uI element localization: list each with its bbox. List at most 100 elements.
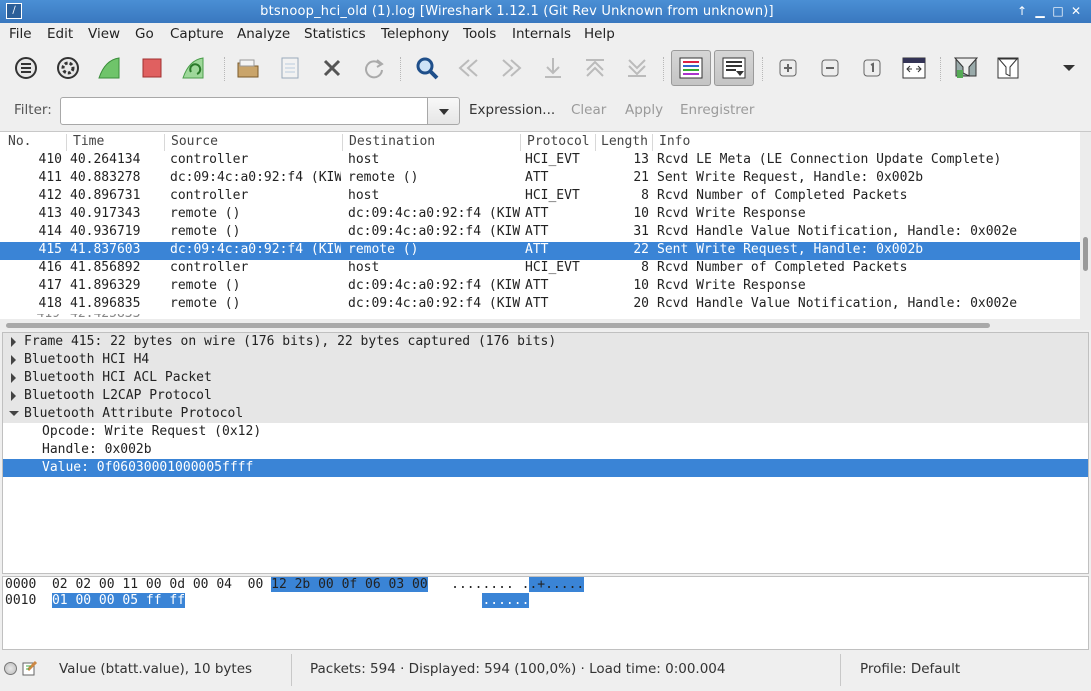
detail-tree-row[interactable]: Value: 0f06030001000005ffff <box>3 459 1088 477</box>
packet-cell-dst: remote () <box>348 170 419 185</box>
menu-view[interactable]: View <box>88 26 120 42</box>
zoom-out-icon[interactable] <box>817 55 843 81</box>
packet-cell-info: Rcvd Number of Completed Packets <box>657 260 908 275</box>
detail-tree-row[interactable]: Handle: 0x002b <box>3 441 1088 459</box>
detail-tree-row[interactable]: Opcode: Write Request (0x12) <box>3 423 1088 441</box>
packet-row[interactable]: 413 40.917343 remote () dc:09:4c:a0:92:f4 (… <box>0 206 1080 224</box>
detail-tree-row[interactable]: Frame 415: 22 bytes on wire (176 bits), … <box>3 333 1088 351</box>
menu-internals[interactable]: Internals <box>512 26 571 42</box>
menu-file[interactable]: File <box>9 26 32 42</box>
hex-line[interactable]: 0010 01 00 00 05 ff ff ...... <box>5 593 530 609</box>
packet-cell-no: 418 <box>38 296 62 311</box>
column-length[interactable]: Length <box>601 134 648 149</box>
packet-row[interactable]: 417 41.896329 remote () dc:09:4c:a0:92:f4 (… <box>0 278 1080 296</box>
menu-go[interactable]: Go <box>135 26 154 42</box>
keep-above-icon[interactable]: ↑ <box>1014 2 1030 20</box>
more-icon[interactable] <box>1056 55 1082 81</box>
packet-cell-len: 10 <box>633 278 649 293</box>
collapsed-arrow-icon[interactable] <box>11 373 16 383</box>
go-back-icon[interactable] <box>456 55 482 81</box>
hex-line[interactable]: 0000 02 02 00 11 00 0d 00 04 00 12 2b 00… <box>5 577 585 593</box>
detail-tree-label: Bluetooth L2CAP Protocol <box>24 388 212 403</box>
stop-capture-icon[interactable] <box>139 55 165 81</box>
go-forward-icon[interactable] <box>498 55 524 81</box>
column-protocol[interactable]: Protocol <box>527 134 590 149</box>
packet-row[interactable]: 418 41.896835 remote () dc:09:4c:a0:92:f4 (… <box>0 296 1080 314</box>
zoom-in-icon[interactable] <box>775 55 801 81</box>
menu-telephony[interactable]: Telephony <box>381 26 449 42</box>
expert-info-icon[interactable] <box>4 662 17 675</box>
minimize-icon[interactable]: ▁ <box>1032 2 1048 20</box>
menu-analyze[interactable]: Analyze <box>237 26 290 42</box>
reload-icon[interactable] <box>361 55 387 81</box>
close-file-icon[interactable] <box>319 55 345 81</box>
packet-cell-dst: host <box>348 188 380 203</box>
filter-input[interactable] <box>60 97 428 125</box>
column-source[interactable]: Source <box>171 134 218 149</box>
resize-columns-icon[interactable] <box>901 55 927 81</box>
packet-cell-len: 8 <box>641 188 649 203</box>
menu-tools[interactable]: Tools <box>463 26 496 42</box>
last-packet-icon[interactable] <box>624 55 650 81</box>
packet-row[interactable]: 414 40.936719 remote () dc:09:4c:a0:92:f4 (… <box>0 224 1080 242</box>
menu-help[interactable]: Help <box>584 26 615 42</box>
column-destination[interactable]: Destination <box>349 134 435 149</box>
close-window-icon[interactable]: ✕ <box>1068 2 1084 20</box>
detail-tree-row[interactable]: Bluetooth HCI ACL Packet <box>3 369 1088 387</box>
packet-row[interactable]: 411 40.883278 dc:09:4c:a0:92:f4 (KIW remote… <box>0 170 1080 188</box>
packet-details-tree: Frame 415: 22 bytes on wire (176 bits), … <box>2 332 1089 574</box>
start-capture-icon[interactable] <box>97 55 123 81</box>
detail-tree-row[interactable]: Bluetooth L2CAP Protocol <box>3 387 1088 405</box>
packet-cell-time: 40.917343 <box>70 206 141 221</box>
packet-cell-len: 31 <box>633 224 649 239</box>
detail-tree-label: Handle: 0x002b <box>42 442 152 457</box>
find-icon[interactable] <box>414 55 440 81</box>
expanded-arrow-icon[interactable] <box>9 411 19 416</box>
profile-selector[interactable]: Profile: Default <box>860 661 960 677</box>
packet-row[interactable]: 416 41.856892 controller host HCI_EVT 8 Rcvd N… <box>0 260 1080 278</box>
column-time[interactable]: Time <box>73 134 104 149</box>
packet-cell-no: 416 <box>38 260 62 275</box>
menu-statistics[interactable]: Statistics <box>304 26 366 42</box>
capture-comment-icon[interactable] <box>22 660 38 676</box>
apply-button[interactable]: Apply <box>625 102 663 118</box>
display-filters-icon[interactable] <box>995 55 1021 81</box>
packet-cell-proto: ATT <box>525 278 549 293</box>
detail-tree-label: Frame 415: 22 bytes on wire (176 bits), … <box>24 334 557 349</box>
packet-cell-info: Rcvd Handle Value Notification, Handle: … <box>657 224 1018 239</box>
options-icon[interactable] <box>55 55 81 81</box>
capture-filters-icon[interactable] <box>953 55 979 81</box>
column-info[interactable]: Info <box>659 134 690 149</box>
collapsed-arrow-icon[interactable] <box>11 391 16 401</box>
packet-row[interactable]: 412 40.896731 controller host HCI_EVT 8 Rcvd N… <box>0 188 1080 206</box>
clear-button[interactable]: Clear <box>571 102 606 118</box>
collapsed-arrow-icon[interactable] <box>11 337 16 347</box>
collapsed-arrow-icon[interactable] <box>11 355 16 365</box>
detail-tree-label: Bluetooth HCI H4 <box>24 352 150 367</box>
first-packet-icon[interactable] <box>582 55 608 81</box>
maximize-icon[interactable]: □ <box>1050 2 1066 20</box>
go-to-packet-icon[interactable] <box>540 55 566 81</box>
menu-capture[interactable]: Capture <box>170 26 224 42</box>
detail-tree-row[interactable]: Bluetooth Attribute Protocol <box>3 405 1088 423</box>
save-filter-button[interactable]: Enregistrer <box>680 102 754 118</box>
auto-scroll-icon[interactable] <box>714 50 754 86</box>
filter-history-dropdown[interactable] <box>427 97 460 125</box>
save-file-icon[interactable] <box>277 55 303 81</box>
horizontal-scrollbar[interactable] <box>0 319 1080 330</box>
colorize-icon[interactable] <box>671 50 711 86</box>
interfaces-icon[interactable] <box>13 55 39 81</box>
packet-cell-time: 40.936719 <box>70 224 141 239</box>
packet-row[interactable]: 415 41.837603 dc:09:4c:a0:92:f4 (KIW remote… <box>0 242 1080 260</box>
packet-cell-time: 40.883278 <box>70 170 141 185</box>
open-file-icon[interactable] <box>235 55 261 81</box>
column-no[interactable]: No. <box>8 134 31 149</box>
vertical-scrollbar[interactable] <box>1080 132 1091 330</box>
restart-capture-icon[interactable] <box>181 55 207 81</box>
detail-tree-row[interactable]: Bluetooth HCI H4 <box>3 351 1088 369</box>
packet-row[interactable]: 410 40.264134 controller host HCI_EVT 13 Rcvd … <box>0 152 1080 170</box>
menu-edit[interactable]: Edit <box>47 26 73 42</box>
normal-size-icon[interactable] <box>859 55 885 81</box>
expression-button[interactable]: Expression... <box>469 102 555 118</box>
detail-tree-label: Bluetooth Attribute Protocol <box>24 406 244 421</box>
